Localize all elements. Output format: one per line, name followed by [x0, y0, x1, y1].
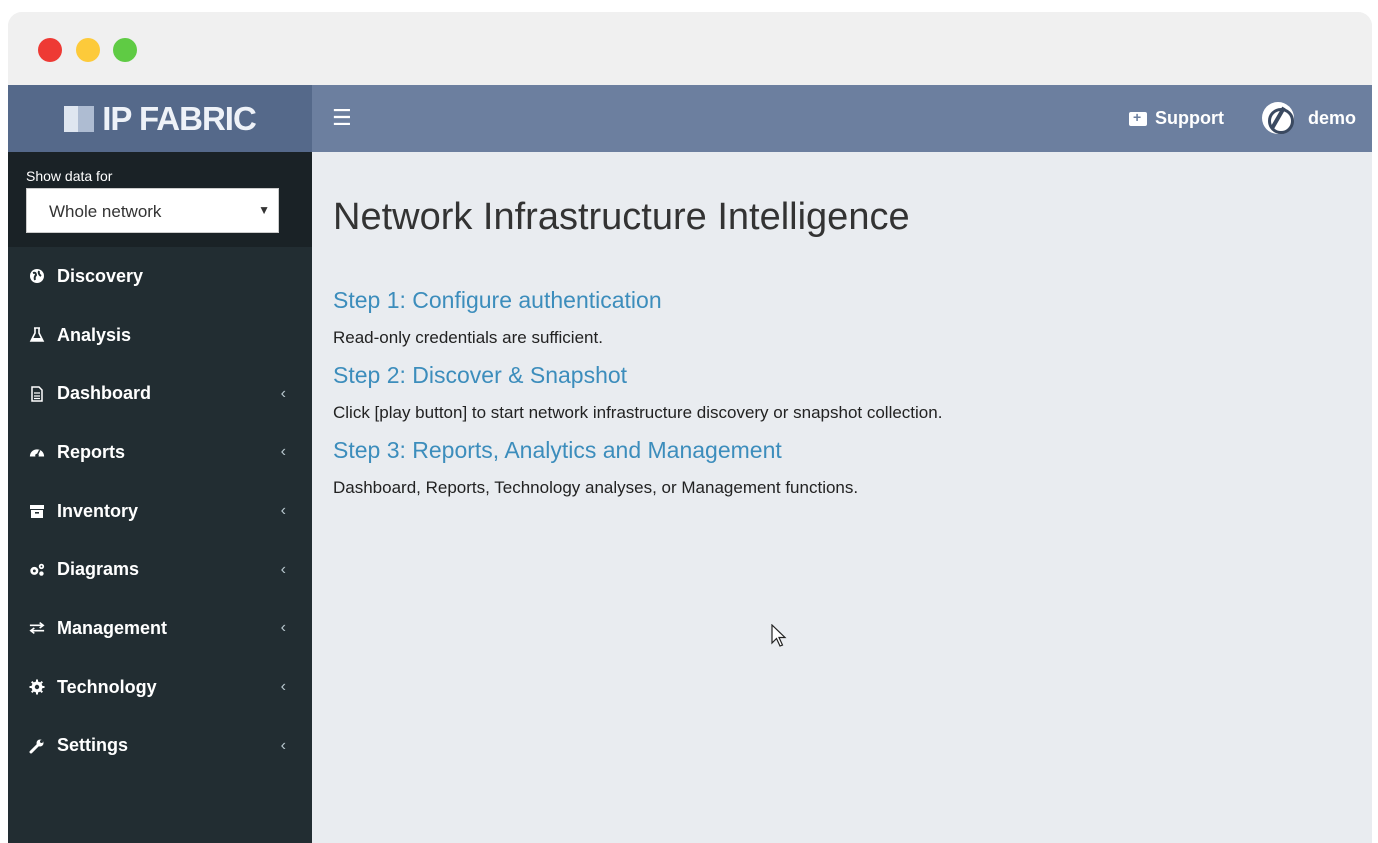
sidebar-item-diagrams[interactable]: Diagrams ‹ [8, 540, 312, 599]
chevron-left-icon: ‹ [280, 619, 286, 637]
flask-icon [29, 327, 45, 343]
sidebar-item-dashboard[interactable]: Dashboard ‹ [8, 364, 312, 423]
file-icon [29, 385, 45, 402]
sidebar-item-settings[interactable]: Settings ‹ [8, 717, 312, 776]
cog-icon [29, 679, 45, 695]
sidebar-item-reports[interactable]: Reports ‹ [8, 423, 312, 482]
archive-icon [29, 503, 45, 519]
sidebar-item-label: Analysis [57, 324, 132, 345]
globe-icon [29, 268, 45, 284]
step-description: Dashboard, Reports, Technology analyses,… [333, 478, 859, 497]
filter-label: Show data for [26, 168, 113, 184]
chevron-left-icon: ‹ [280, 678, 286, 696]
top-navbar: ☰ Support demo [312, 85, 1372, 152]
step-3: Step 3: Reports, Analytics and Managemen… [333, 437, 1351, 498]
medkit-icon [1129, 109, 1147, 126]
sidebar-item-inventory[interactable]: Inventory ‹ [8, 482, 312, 541]
sidebar-item-label: Dashboard [57, 383, 152, 404]
step-title[interactable]: Step 1: Configure authentication [333, 287, 1351, 314]
ip-fabric-logo-icon [64, 104, 95, 134]
network-select-value: Whole network [49, 202, 162, 221]
dashboard-icon [29, 444, 45, 460]
chevron-left-icon: ‹ [280, 736, 286, 754]
data-filter: Show data for Whole network ▼ [8, 152, 312, 247]
page-title: Network Infrastructure Intelligence [333, 196, 910, 238]
logo-text: IP FABRIC [102, 99, 257, 137]
chevron-left-icon: ‹ [280, 443, 286, 461]
sidebar-menu: Discovery Analysis Dashboard ‹ Reports ‹… [8, 247, 312, 775]
step-1: Step 1: Configure authentication Read-on… [333, 287, 1351, 348]
support-link[interactable]: Support [1129, 108, 1224, 129]
chevron-left-icon: ‹ [280, 560, 286, 578]
chevron-left-icon: ‹ [280, 384, 286, 402]
step-description: Click [play button] to start network inf… [333, 403, 943, 422]
exchange-icon [29, 620, 45, 636]
step-description: Read-only credentials are sufficient. [333, 328, 603, 347]
avatar-icon [1261, 102, 1294, 134]
sidebar-item-label: Reports [57, 441, 126, 462]
browser-window: IP FABRIC ☰ Support demo Show data for W… [8, 12, 1372, 843]
sidebar-item-label: Technology [57, 676, 157, 697]
user-menu[interactable]: demo [1261, 102, 1356, 134]
sidebar-item-analysis[interactable]: Analysis [8, 306, 312, 365]
sidebar-item-label: Management [57, 617, 168, 638]
user-name: demo [1307, 107, 1356, 128]
app: IP FABRIC ☰ Support demo Show data for W… [8, 85, 1372, 843]
hamburger-icon[interactable]: ☰ [332, 105, 352, 131]
wrench-icon [29, 738, 45, 754]
sidebar-item-discovery[interactable]: Discovery [8, 247, 312, 306]
sidebar: Show data for Whole network ▼ Discovery [8, 152, 312, 843]
network-select[interactable]: Whole network ▼ [26, 188, 279, 233]
logo[interactable]: IP FABRIC [8, 85, 312, 152]
sidebar-item-technology[interactable]: Technology ‹ [8, 658, 312, 717]
step-title[interactable]: Step 2: Discover & Snapshot [333, 362, 1351, 389]
minimize-window-button[interactable] [76, 38, 100, 62]
sidebar-item-label: Inventory [57, 500, 139, 521]
step-title[interactable]: Step 3: Reports, Analytics and Managemen… [333, 437, 1351, 464]
sidebar-item-label: Diagrams [57, 559, 140, 580]
sidebar-item-management[interactable]: Management ‹ [8, 599, 312, 658]
maximize-window-button[interactable] [113, 38, 137, 62]
sidebar-item-label: Discovery [57, 265, 144, 286]
window-titlebar [8, 12, 1372, 85]
close-window-button[interactable] [38, 38, 62, 62]
sidebar-item-label: Settings [57, 735, 129, 756]
step-2: Step 2: Discover & Snapshot Click [play … [333, 362, 1351, 423]
chevron-left-icon: ‹ [280, 502, 286, 520]
mouse-cursor-icon [771, 624, 787, 647]
cogs-icon [29, 562, 45, 578]
main-content: Network Infrastructure Intelligence Step… [312, 152, 1372, 843]
support-label: Support [1155, 108, 1224, 128]
caret-down-icon: ▼ [258, 203, 270, 217]
